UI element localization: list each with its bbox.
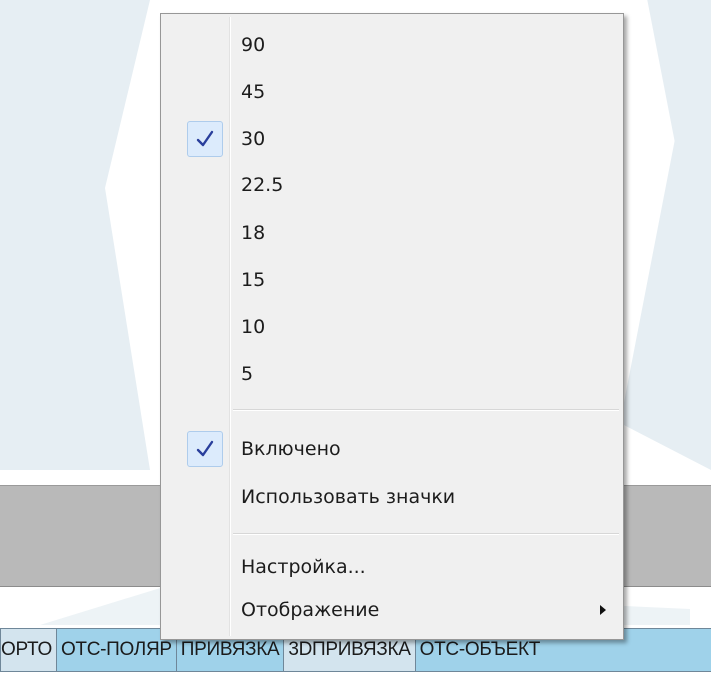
menu-item-label: 5 xyxy=(241,363,254,385)
menu-item-label: Отображение xyxy=(241,599,380,621)
checkmark-icon xyxy=(187,121,223,157)
menu-item-angle-10[interactable]: 10 xyxy=(164,304,620,350)
checkmark-icon xyxy=(187,431,223,467)
menu-item-angle-15[interactable]: 15 xyxy=(164,257,620,303)
background-watermark xyxy=(620,0,711,470)
menu-item-label: 30 xyxy=(241,128,266,150)
menu-item-label: 10 xyxy=(241,316,266,338)
menu-item-label: 22.5 xyxy=(241,174,284,196)
menu-item-display[interactable]: Отображение xyxy=(164,587,620,633)
menu-item-label: 18 xyxy=(241,222,266,244)
menu-item-angle-22-5[interactable]: 22.5 xyxy=(164,162,620,208)
menu-item-enabled[interactable]: Включено xyxy=(164,426,620,472)
menu-item-label: Использовать значки xyxy=(241,486,456,508)
menu-separator xyxy=(233,533,619,535)
menu-item-angle-5[interactable]: 5 xyxy=(164,351,620,397)
menu-item-angle-45[interactable]: 45 xyxy=(164,69,620,115)
menu-item-label: 90 xyxy=(241,34,266,56)
menu-item-angle-18[interactable]: 18 xyxy=(164,210,620,256)
submenu-arrow-icon xyxy=(600,605,606,615)
polar-tracking-context-menu: 90 45 30 22.5 18 15 10 5 Включено Исполь… xyxy=(160,13,624,640)
status-button-ortho[interactable]: ОРТО xyxy=(0,628,56,672)
menu-item-label: 45 xyxy=(241,81,266,103)
menu-item-label: Настройка... xyxy=(241,556,366,578)
menu-item-settings[interactable]: Настройка... xyxy=(164,544,620,590)
menu-item-angle-90[interactable]: 90 xyxy=(164,22,620,68)
menu-item-label: Включено xyxy=(241,438,341,460)
menu-separator xyxy=(233,409,619,411)
menu-item-label: 15 xyxy=(241,269,266,291)
menu-item-angle-30[interactable]: 30 xyxy=(164,116,620,162)
menu-item-use-icons[interactable]: Использовать значки xyxy=(164,474,620,520)
status-button-polar-tracking[interactable]: ОТС-ПОЛЯР xyxy=(55,628,176,672)
background-watermark xyxy=(0,0,150,470)
